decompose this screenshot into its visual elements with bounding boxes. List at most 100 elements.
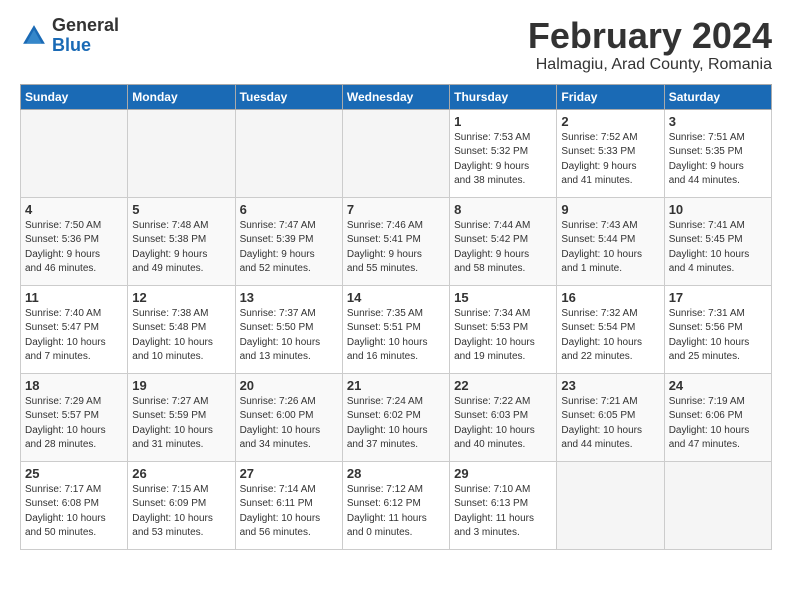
day-info: Sunrise: 7:12 AM Sunset: 6:12 PM Dayligh… [347, 483, 445, 541]
day-number: 15 [454, 290, 552, 305]
calendar-cell: 6 Sunrise: 7:47 AM Sunset: 5:39 PM Daylig… [235, 197, 342, 285]
day-info: Sunrise: 7:14 AM Sunset: 6:11 PM Dayligh… [240, 483, 338, 541]
day-info: Sunrise: 7:47 AM Sunset: 5:39 PM Dayligh… [240, 219, 338, 277]
day-info: Sunrise: 7:35 AM Sunset: 5:51 PM Dayligh… [347, 307, 445, 365]
calendar-cell [342, 109, 449, 197]
calendar-cell: 3 Sunrise: 7:51 AM Sunset: 5:35 PM Daylig… [664, 109, 771, 197]
calendar-table: SundayMondayTuesdayWednesdayThursdayFrid… [20, 84, 772, 550]
day-info: Sunrise: 7:43 AM Sunset: 5:44 PM Dayligh… [561, 219, 659, 277]
day-number: 25 [25, 466, 123, 481]
calendar-cell: 1 Sunrise: 7:53 AM Sunset: 5:32 PM Daylig… [450, 109, 557, 197]
col-header-sunday: Sunday [21, 84, 128, 109]
day-info: Sunrise: 7:22 AM Sunset: 6:03 PM Dayligh… [454, 395, 552, 453]
day-number: 13 [240, 290, 338, 305]
day-number: 29 [454, 466, 552, 481]
calendar-cell: 26Sunrise: 7:15 AM Sunset: 6:09 PM Dayli… [128, 461, 235, 549]
day-number: 24 [669, 378, 767, 393]
day-info: Sunrise: 7:21 AM Sunset: 6:05 PM Dayligh… [561, 395, 659, 453]
day-number: 22 [454, 378, 552, 393]
calendar-cell: 4Sunrise: 7:50 AM Sunset: 5:36 PM Daylig… [21, 197, 128, 285]
calendar-cell: 13 Sunrise: 7:37 AM Sunset: 5:50 PM Dayli… [235, 285, 342, 373]
calendar-cell: 8 Sunrise: 7:44 AM Sunset: 5:42 PM Daylig… [450, 197, 557, 285]
calendar-cell: 14 Sunrise: 7:35 AM Sunset: 5:51 PM Dayli… [342, 285, 449, 373]
day-number: 1 [454, 114, 552, 129]
day-info: Sunrise: 7:31 AM Sunset: 5:56 PM Dayligh… [669, 307, 767, 365]
logo-blue: Blue [52, 35, 91, 55]
day-info: Sunrise: 7:29 AM Sunset: 5:57 PM Dayligh… [25, 395, 123, 453]
month-title: February 2024 [528, 16, 772, 56]
day-number: 5 [132, 202, 230, 217]
calendar-cell: 15 Sunrise: 7:34 AM Sunset: 5:53 PM Dayli… [450, 285, 557, 373]
day-number: 7 [347, 202, 445, 217]
day-number: 19 [132, 378, 230, 393]
calendar-cell: 22 Sunrise: 7:22 AM Sunset: 6:03 PM Dayli… [450, 373, 557, 461]
day-info: Sunrise: 7:34 AM Sunset: 5:53 PM Dayligh… [454, 307, 552, 365]
calendar-cell: 18Sunrise: 7:29 AM Sunset: 5:57 PM Dayli… [21, 373, 128, 461]
day-number: 11 [25, 290, 123, 305]
day-info: Sunrise: 7:52 AM Sunset: 5:33 PM Dayligh… [561, 131, 659, 189]
calendar-week-row: 1 Sunrise: 7:53 AM Sunset: 5:32 PM Daylig… [21, 109, 772, 197]
logo-icon [20, 22, 48, 50]
calendar-cell: 9 Sunrise: 7:43 AM Sunset: 5:44 PM Daylig… [557, 197, 664, 285]
logo-text: General Blue [52, 16, 119, 56]
calendar-cell [664, 461, 771, 549]
calendar-cell: 5Sunrise: 7:48 AM Sunset: 5:38 PM Daylig… [128, 197, 235, 285]
title-area: February 2024 Halmagiu, Arad County, Rom… [528, 16, 772, 74]
day-number: 6 [240, 202, 338, 217]
calendar-cell: 17 Sunrise: 7:31 AM Sunset: 5:56 PM Dayli… [664, 285, 771, 373]
col-header-thursday: Thursday [450, 84, 557, 109]
day-info: Sunrise: 7:53 AM Sunset: 5:32 PM Dayligh… [454, 131, 552, 189]
calendar-week-row: 25 Sunrise: 7:17 AM Sunset: 6:08 PM Dayli… [21, 461, 772, 549]
col-header-tuesday: Tuesday [235, 84, 342, 109]
day-number: 17 [669, 290, 767, 305]
calendar-cell: 24Sunrise: 7:19 AM Sunset: 6:06 PM Dayli… [664, 373, 771, 461]
day-info: Sunrise: 7:51 AM Sunset: 5:35 PM Dayligh… [669, 131, 767, 189]
calendar-cell: 10 Sunrise: 7:41 AM Sunset: 5:45 PM Dayli… [664, 197, 771, 285]
logo: General Blue [20, 16, 119, 56]
col-header-saturday: Saturday [664, 84, 771, 109]
col-header-monday: Monday [128, 84, 235, 109]
day-info: Sunrise: 7:46 AM Sunset: 5:41 PM Dayligh… [347, 219, 445, 277]
calendar-header: SundayMondayTuesdayWednesdayThursdayFrid… [21, 84, 772, 109]
day-number: 8 [454, 202, 552, 217]
calendar-cell: 7 Sunrise: 7:46 AM Sunset: 5:41 PM Daylig… [342, 197, 449, 285]
calendar-cell: 20Sunrise: 7:26 AM Sunset: 6:00 PM Dayli… [235, 373, 342, 461]
day-number: 3 [669, 114, 767, 129]
day-number: 9 [561, 202, 659, 217]
calendar-cell: 25 Sunrise: 7:17 AM Sunset: 6:08 PM Dayli… [21, 461, 128, 549]
day-number: 16 [561, 290, 659, 305]
calendar-cell: 12Sunrise: 7:38 AM Sunset: 5:48 PM Dayli… [128, 285, 235, 373]
day-number: 12 [132, 290, 230, 305]
calendar-cell: 21 Sunrise: 7:24 AM Sunset: 6:02 PM Dayli… [342, 373, 449, 461]
day-info: Sunrise: 7:27 AM Sunset: 5:59 PM Dayligh… [132, 395, 230, 453]
calendar-week-row: 4Sunrise: 7:50 AM Sunset: 5:36 PM Daylig… [21, 197, 772, 285]
day-info: Sunrise: 7:32 AM Sunset: 5:54 PM Dayligh… [561, 307, 659, 365]
calendar-cell: 29Sunrise: 7:10 AM Sunset: 6:13 PM Dayli… [450, 461, 557, 549]
calendar-cell: 16 Sunrise: 7:32 AM Sunset: 5:54 PM Dayli… [557, 285, 664, 373]
calendar-cell [235, 109, 342, 197]
calendar-cell: 19 Sunrise: 7:27 AM Sunset: 5:59 PM Dayli… [128, 373, 235, 461]
day-number: 28 [347, 466, 445, 481]
calendar-cell: 23Sunrise: 7:21 AM Sunset: 6:05 PM Dayli… [557, 373, 664, 461]
calendar-week-row: 11Sunrise: 7:40 AM Sunset: 5:47 PM Dayli… [21, 285, 772, 373]
calendar-cell [21, 109, 128, 197]
calendar-cell: 27 Sunrise: 7:14 AM Sunset: 6:11 PM Dayli… [235, 461, 342, 549]
day-number: 21 [347, 378, 445, 393]
day-number: 26 [132, 466, 230, 481]
logo-general: General [52, 15, 119, 35]
header-row: SundayMondayTuesdayWednesdayThursdayFrid… [21, 84, 772, 109]
day-info: Sunrise: 7:41 AM Sunset: 5:45 PM Dayligh… [669, 219, 767, 277]
calendar-cell: 28 Sunrise: 7:12 AM Sunset: 6:12 PM Dayli… [342, 461, 449, 549]
day-number: 27 [240, 466, 338, 481]
day-number: 10 [669, 202, 767, 217]
day-info: Sunrise: 7:17 AM Sunset: 6:08 PM Dayligh… [25, 483, 123, 541]
day-info: Sunrise: 7:37 AM Sunset: 5:50 PM Dayligh… [240, 307, 338, 365]
day-number: 20 [240, 378, 338, 393]
col-header-wednesday: Wednesday [342, 84, 449, 109]
calendar-week-row: 18Sunrise: 7:29 AM Sunset: 5:57 PM Dayli… [21, 373, 772, 461]
day-info: Sunrise: 7:24 AM Sunset: 6:02 PM Dayligh… [347, 395, 445, 453]
col-header-friday: Friday [557, 84, 664, 109]
header: General Blue February 2024 Halmagiu, Ara… [20, 16, 772, 74]
day-info: Sunrise: 7:44 AM Sunset: 5:42 PM Dayligh… [454, 219, 552, 277]
day-number: 14 [347, 290, 445, 305]
